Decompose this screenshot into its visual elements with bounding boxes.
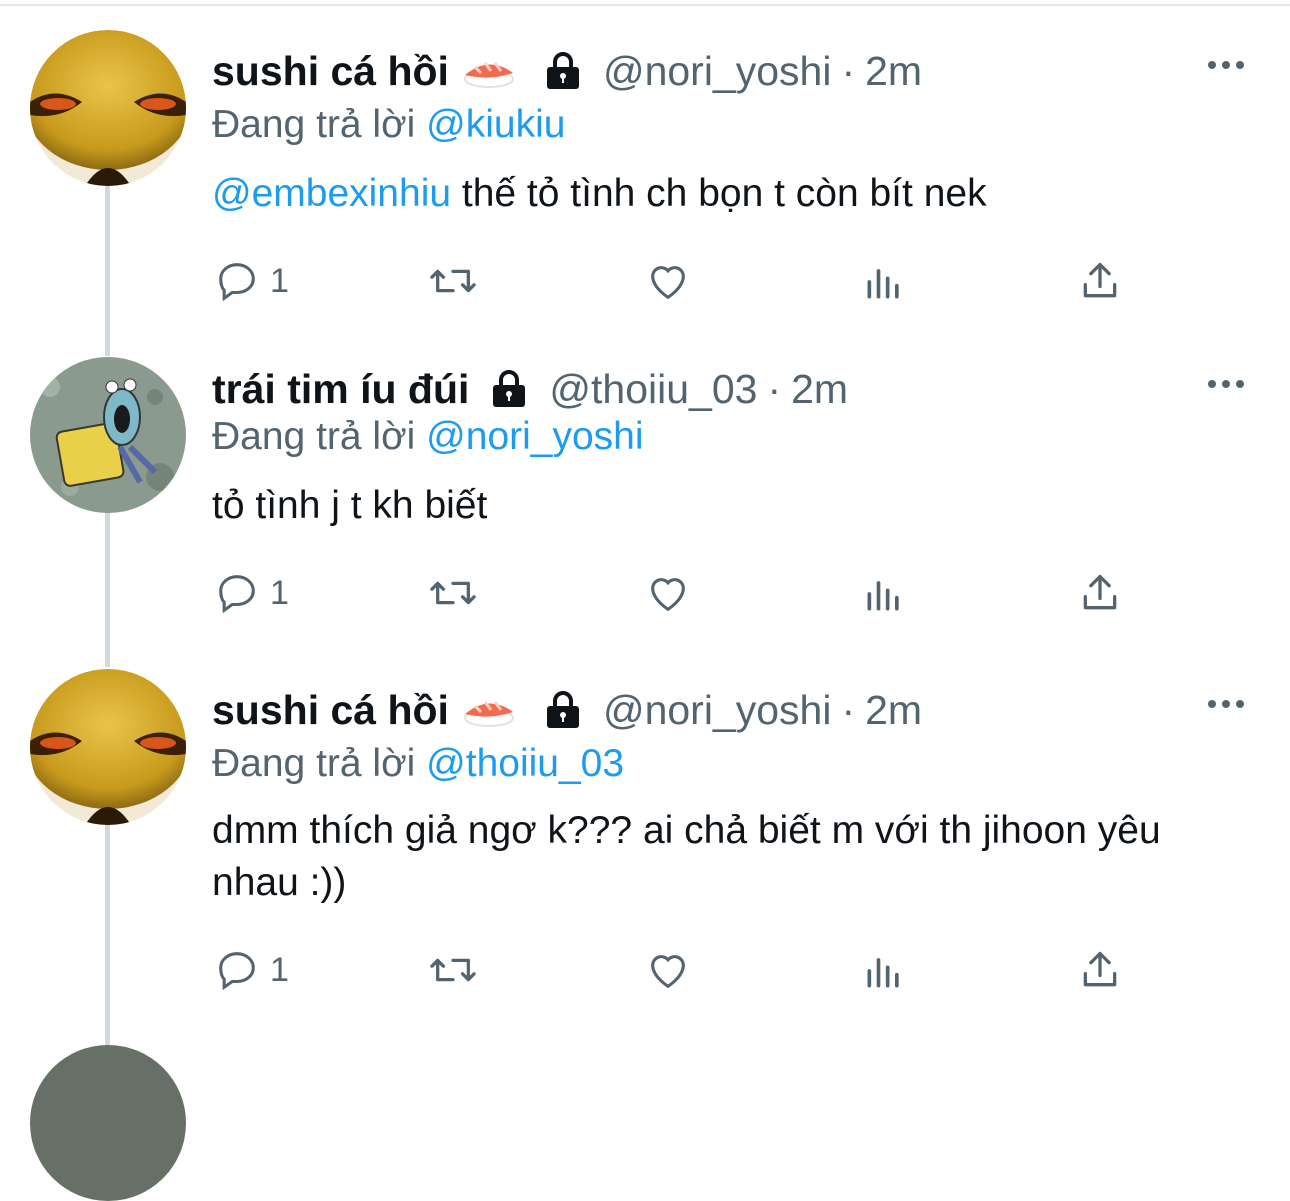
replying-mention[interactable]: @thoiiu_03 — [426, 742, 624, 785]
reply-count: 1 — [270, 950, 289, 989]
reply-button[interactable]: 1 — [214, 258, 289, 304]
replying-to: Đang trả lời @nori_yoshi — [212, 415, 644, 459]
share-button[interactable] — [1078, 258, 1122, 304]
more-options-icon[interactable] — [1208, 380, 1244, 388]
tweet[interactable]: trái tim íu đúi @thoiiu_03 · 2m Đang trả… — [0, 335, 1290, 655]
replying-prefix: Đang trả lời — [212, 103, 416, 146]
share-icon — [1083, 951, 1117, 987]
lock-icon — [489, 369, 529, 409]
like-button[interactable] — [644, 570, 692, 616]
share-icon — [1083, 262, 1117, 298]
sushi-icon — [461, 51, 517, 91]
analytics-icon — [867, 958, 899, 988]
replying-mention[interactable]: @nori_yoshi — [426, 415, 643, 458]
tweet-text: tỏ tình j t kh biết — [212, 480, 1232, 532]
lock-icon — [543, 690, 583, 730]
share-button[interactable] — [1078, 947, 1122, 993]
body-text: tỏ tình j t kh biết — [212, 484, 488, 527]
tweet-text: @embexinhiu thế tỏ tình ch bọn t còn bít… — [212, 168, 1232, 220]
share-icon — [1083, 574, 1117, 610]
heart-icon — [651, 266, 685, 300]
analytics-icon — [867, 581, 899, 611]
retweet-button[interactable] — [428, 947, 478, 993]
avatar[interactable] — [30, 30, 186, 186]
retweet-button[interactable] — [428, 570, 478, 616]
display-name[interactable]: sushi cá hồi — [212, 50, 449, 92]
replying-mention[interactable]: @kiukiu — [426, 103, 565, 146]
avatar[interactable] — [30, 669, 186, 825]
display-name[interactable]: trái tim íu đúi — [212, 368, 469, 410]
avatar[interactable] — [30, 1045, 186, 1201]
retweet-button[interactable] — [428, 258, 478, 304]
separator: · — [841, 47, 856, 94]
retweet-icon — [430, 269, 476, 293]
separator: · — [767, 365, 782, 412]
reply-icon — [219, 952, 255, 991]
tweet-header: trái tim íu đúi @thoiiu_03 · 2m — [212, 368, 848, 410]
like-button[interactable] — [644, 947, 692, 993]
tweet-text: dmm thích giả ngơ k??? ai chả biết m với… — [212, 805, 1232, 909]
body-text: thế tỏ tình ch bọn t còn bít nek — [451, 172, 987, 215]
handle[interactable]: @nori_yoshi — [603, 50, 832, 92]
timestamp[interactable]: 2m — [791, 368, 848, 410]
action-bar: 1 — [212, 947, 1132, 997]
avatar[interactable] — [30, 357, 186, 513]
heart-icon — [651, 955, 685, 989]
body-mention[interactable]: @embexinhiu — [212, 172, 451, 215]
reply-button[interactable]: 1 — [214, 947, 289, 993]
reply-icon — [219, 575, 255, 614]
analytics-icon — [867, 269, 899, 299]
views-button[interactable] — [862, 260, 906, 304]
more-options-icon[interactable] — [1208, 61, 1244, 69]
sushi-icon — [461, 690, 517, 730]
tweet[interactable]: sushi cá hồi @nori_yoshi · 2m Đang trả l… — [0, 0, 1290, 335]
body-text: dmm thích giả ngơ k??? ai chả biết m với… — [212, 809, 1161, 904]
replying-to: Đang trả lời @kiukiu — [212, 103, 565, 147]
heart-icon — [651, 578, 685, 612]
handle[interactable]: @nori_yoshi — [603, 689, 832, 731]
handle[interactable]: @thoiiu_03 — [549, 368, 757, 410]
timestamp[interactable]: 2m — [865, 689, 922, 731]
reply-count: 1 — [270, 261, 289, 300]
lock-icon — [543, 51, 583, 91]
retweet-icon — [430, 581, 476, 605]
tweet-header: sushi cá hồi @nori_yoshi · 2m — [212, 50, 922, 92]
replying-to: Đang trả lời @thoiiu_03 — [212, 742, 624, 786]
share-button[interactable] — [1078, 570, 1122, 616]
action-bar: 1 — [212, 570, 1132, 620]
tweet[interactable]: sushi cá hồi @nori_yoshi · 2m Đang trả l… — [0, 655, 1290, 1055]
more-options-icon[interactable] — [1208, 700, 1244, 708]
views-button[interactable] — [862, 572, 906, 616]
retweet-icon — [430, 958, 476, 982]
action-bar: 1 — [212, 258, 1132, 308]
reply-count: 1 — [270, 573, 289, 612]
separator: · — [841, 686, 856, 733]
timestamp[interactable]: 2m — [865, 50, 922, 92]
like-button[interactable] — [644, 258, 692, 304]
replying-prefix: Đang trả lời — [212, 742, 416, 785]
reply-button[interactable]: 1 — [214, 570, 289, 616]
display-name[interactable]: sushi cá hồi — [212, 689, 449, 731]
reply-icon — [219, 263, 255, 302]
tweet-header: sushi cá hồi @nori_yoshi · 2m — [212, 689, 922, 731]
views-button[interactable] — [862, 949, 906, 993]
replying-prefix: Đang trả lời — [212, 415, 416, 458]
